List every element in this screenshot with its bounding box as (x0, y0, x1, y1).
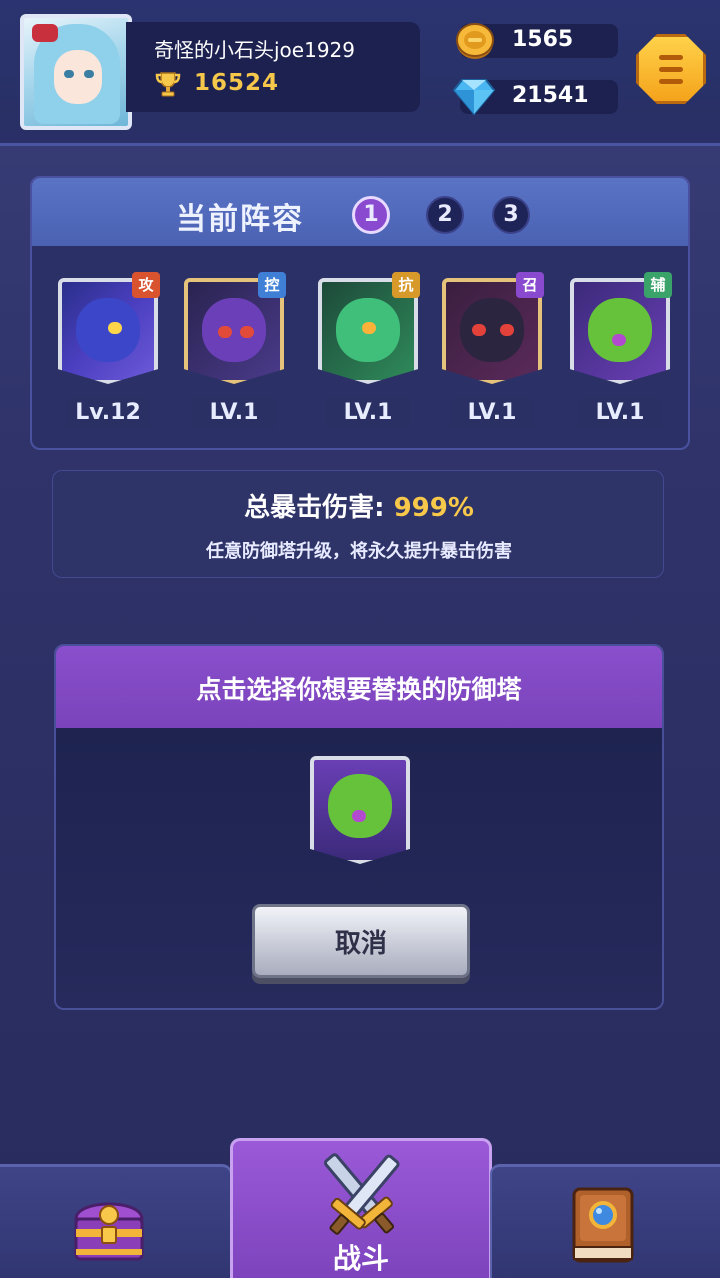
crit-damage-panel: 总暴击伤害: 999% 任意防御塔升级，将永久提升暴击伤害 (52, 470, 664, 578)
crit-value: 999% (393, 493, 474, 523)
hero-level: LV.1 (578, 398, 662, 428)
team-tab-2[interactable]: 2 (426, 196, 464, 234)
selected-tower-card[interactable] (310, 756, 410, 864)
book-icon (572, 1187, 634, 1263)
crit-label: 总暴击伤害: (244, 493, 385, 523)
hero-eye (240, 326, 254, 338)
hero-eye (362, 322, 376, 334)
crit-description: 任意防御塔升级，将永久提升暴击伤害 (206, 541, 512, 562)
avatar-face (54, 50, 102, 104)
chest-icon (74, 1202, 144, 1261)
hero-level: LV.1 (326, 398, 410, 428)
hero-eye (500, 324, 514, 336)
nav-tab-shop[interactable] (0, 1164, 232, 1278)
team-tab-3[interactable]: 3 (492, 196, 530, 234)
replace-tower-dialog: 点击选择你想要替换的防御塔 取消 (54, 644, 664, 1010)
team-tab-1[interactable]: 1 (352, 196, 390, 234)
hero-role-tag: 召 (516, 272, 544, 298)
hero-level: Lv.12 (66, 398, 150, 428)
hero-creature (202, 298, 266, 362)
player-avatar[interactable] (20, 14, 132, 130)
cancel-label: 取消 (334, 929, 387, 959)
menu-icon-line (659, 55, 683, 60)
coin-icon (456, 23, 494, 59)
player-name: 奇怪的小石头joe1929 (154, 38, 355, 62)
menu-icon-line (659, 67, 683, 72)
avatar-bow (32, 24, 58, 42)
hero-eye (612, 334, 626, 346)
hero-role-tag: 辅 (644, 272, 672, 298)
trophy-count: 16524 (194, 70, 280, 96)
hero-level: LV.1 (192, 398, 276, 428)
crit-total-row: 总暴击伤害: 999% (53, 487, 665, 524)
crossed-swords-icon (323, 1153, 400, 1235)
hero-eye (472, 324, 486, 336)
diamond-icon (452, 79, 496, 116)
hero-creature (460, 298, 524, 362)
hero-creature (588, 298, 652, 362)
hero-level: LV.1 (450, 398, 534, 428)
hero-eye (218, 326, 232, 338)
menu-button[interactable] (636, 34, 706, 104)
lineup-title: 当前阵容 (176, 202, 304, 237)
nav-tab-battle[interactable]: 战斗 (230, 1138, 492, 1278)
menu-icon-line (659, 79, 683, 84)
lineup-panel: 当前阵容 1 2 3 攻 Lv.12 控 LV.1 抗 LV.1 召 LV.1 … (30, 176, 690, 450)
tower-eye (352, 810, 366, 822)
hero-role-tag: 抗 (392, 272, 420, 298)
dialog-header: 点击选择你想要替换的防御塔 (56, 646, 662, 728)
trophy-icon (155, 72, 181, 97)
cancel-button[interactable]: 取消 (252, 904, 470, 978)
avatar-eye (64, 70, 74, 78)
coin-value: 1565 (512, 27, 574, 52)
nav-tab-collection[interactable] (490, 1164, 720, 1278)
battle-label: 战斗 (332, 1242, 389, 1275)
tower-creature (328, 774, 392, 838)
hero-role-tag: 攻 (132, 272, 160, 298)
dialog-title: 点击选择你想要替换的防御塔 (196, 675, 522, 704)
hero-eye (108, 322, 122, 334)
lineup-header: 当前阵容 1 2 3 (32, 178, 688, 246)
gem-value: 21541 (512, 83, 589, 108)
hero-role-tag: 控 (258, 272, 286, 298)
avatar-eye (84, 70, 94, 78)
